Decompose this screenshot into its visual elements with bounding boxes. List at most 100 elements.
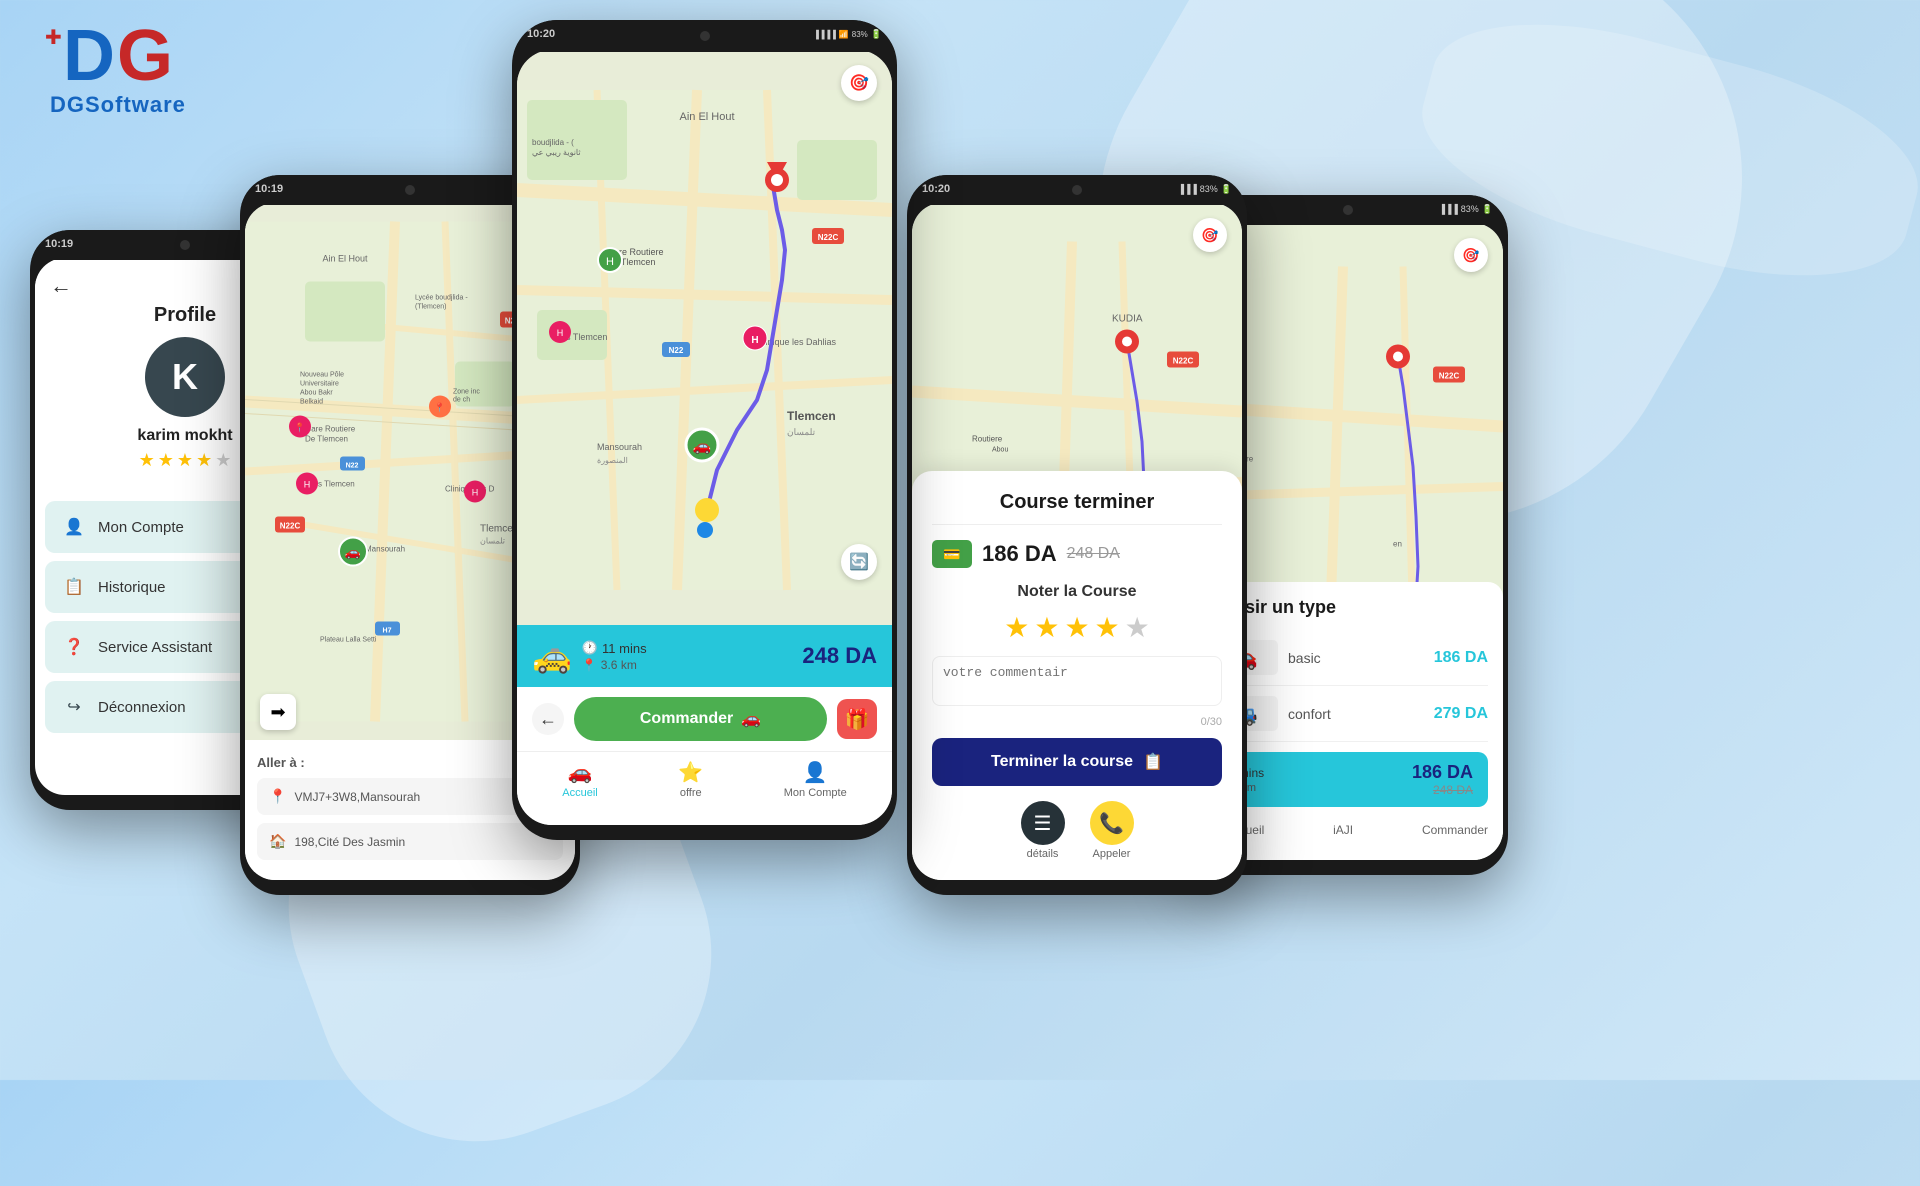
svg-text:H: H — [472, 488, 479, 498]
location-icon-2: 🏠 — [269, 833, 286, 850]
option-basic[interactable]: 🚗 basic 186 DA — [1208, 630, 1488, 686]
star-5[interactable]: ★ — [1125, 611, 1150, 644]
svg-text:(Tlemcen): (Tlemcen) — [415, 304, 447, 311]
details-label: détails — [1027, 848, 1059, 860]
star-2[interactable]: ★ — [1034, 611, 1059, 644]
svg-text:H: H — [606, 256, 614, 268]
phone4-time: 10:20 — [922, 183, 950, 195]
course-terminer-card: Course terminer 💳 186 DA 248 DA Noter la… — [912, 471, 1242, 880]
ct-price-row: 💳 186 DA 248 DA — [932, 540, 1222, 568]
svg-text:H: H — [304, 480, 311, 490]
payment-card-icon: 💳 — [932, 540, 972, 568]
nav-accueil[interactable]: 🚗 Accueil — [562, 760, 597, 799]
historique-icon: 📋 — [60, 573, 88, 601]
phone5-location-btn[interactable]: 🎯 — [1454, 238, 1488, 272]
commander-label: Commander — [640, 710, 733, 728]
star-4[interactable]: ★ — [1095, 611, 1120, 644]
deconnexion-icon: ↪ — [60, 693, 88, 721]
direction-btn[interactable]: ➡ — [260, 694, 296, 730]
svg-text:📍: 📍 — [294, 422, 305, 433]
appeler-btn[interactable]: 📞 Appeler — [1090, 801, 1134, 860]
option-confort[interactable]: 🚙 confort 279 DA — [1208, 686, 1488, 742]
star-3[interactable]: ★ — [1064, 611, 1089, 644]
choisir-trip-summary: 11 mins 3.6 km 186 DA 248 DA — [1208, 752, 1488, 807]
trip-details: 🕐 11 mins 📍 3.6 km — [582, 640, 793, 672]
svg-text:Universitaire: Universitaire — [300, 381, 339, 388]
nav-label-phone5: iAJI — [1274, 823, 1412, 837]
trip-car-icon: 🚕 — [532, 637, 572, 675]
svg-text:Ain El Hout: Ain El Hout — [322, 254, 368, 264]
offre-icon: ⭐ — [678, 760, 703, 785]
svg-text:H7: H7 — [383, 628, 392, 635]
svg-text:N22C: N22C — [818, 233, 839, 242]
refresh-btn[interactable]: 🔄 — [841, 544, 877, 580]
gift-button[interactable]: 🎁 — [837, 699, 877, 739]
svg-text:Nouveau Pôle: Nouveau Pôle — [300, 372, 344, 379]
nav-compte[interactable]: 👤 Mon Compte — [784, 760, 847, 799]
noter-title: Noter la Course — [932, 583, 1222, 601]
location-icon-1: 📍 — [269, 788, 286, 805]
ct-price-main: 186 DA — [982, 541, 1057, 567]
destination-2-input[interactable]: 🏠 198,Cité Des Jasmin — [257, 823, 563, 860]
commander-row: ← Commander 🚗 🎁 — [517, 687, 892, 751]
svg-text:Lycée boudjlida -: Lycée boudjlida - — [415, 295, 468, 302]
svg-text:Gare Routiere: Gare Routiere — [305, 425, 356, 434]
phone1-time: 10:19 — [45, 238, 73, 250]
svg-text:🚗: 🚗 — [693, 438, 712, 455]
service-icon: ❓ — [60, 633, 88, 661]
terminer-btn[interactable]: Terminer la course 📋 — [932, 738, 1222, 786]
clock-icon: 🕐 — [582, 640, 598, 656]
compte-icon: 👤 — [60, 513, 88, 541]
svg-text:Routiere: Routiere — [972, 435, 1003, 444]
star-1[interactable]: ★ — [1004, 611, 1029, 644]
phone2-time: 10:19 — [255, 183, 283, 195]
profile-avatar: K — [145, 337, 225, 417]
svg-text:Zone inc: Zone inc — [453, 389, 480, 396]
nav-offre[interactable]: ⭐ offre — [678, 760, 703, 799]
svg-text:ثانوية ريبي عي: ثانوية ريبي عي — [532, 148, 581, 157]
details-icon: ☰ — [1021, 801, 1065, 845]
destination-2-text: 198,Cité Des Jasmin — [294, 835, 405, 849]
service-label: Service Assistant — [98, 639, 212, 656]
back-button-main[interactable]: ← — [532, 703, 564, 735]
appeler-label: Appeler — [1093, 848, 1131, 860]
accueil-icon: 🚗 — [568, 760, 593, 785]
phone4-battery: 83% — [1200, 184, 1218, 194]
commander-button[interactable]: Commander 🚗 — [574, 697, 827, 741]
basic-label: basic — [1288, 650, 1424, 666]
svg-text:N22: N22 — [346, 463, 359, 470]
svg-text:Clinique les Dahlias: Clinique les Dahlias — [757, 337, 837, 347]
details-btn[interactable]: ☰ détails — [1021, 801, 1065, 860]
phone3-time: 10:20 — [527, 28, 555, 40]
car-icon: 🚗 — [741, 709, 761, 729]
svg-text:en: en — [1393, 540, 1402, 549]
svg-text:De Tlemcen: De Tlemcen — [305, 435, 348, 444]
ct-bottom-icons: ☰ détails 📞 Appeler — [932, 801, 1222, 860]
trip-info-bar: 🚕 🕐 11 mins 📍 3.6 km 248 DA — [517, 625, 892, 687]
historique-label: Historique — [98, 579, 166, 596]
svg-text:boudjlida - (: boudjlida - ( — [532, 138, 574, 147]
nav-commander-phone5: Commander — [1422, 823, 1488, 837]
compte-nav-icon: 👤 — [803, 760, 828, 785]
svg-text:de ch: de ch — [453, 397, 470, 404]
location-btn[interactable]: 🎯 — [841, 65, 877, 101]
distance-icon: 📍 — [582, 658, 597, 672]
phone5-battery: 83% — [1461, 204, 1479, 214]
trip-distance: 📍 3.6 km — [582, 658, 793, 672]
clipboard-icon: 📋 — [1143, 752, 1163, 772]
phone4-location-btn[interactable]: 🎯 — [1193, 218, 1227, 252]
trip-time: 🕐 11 mins — [582, 640, 793, 656]
terminer-label: Terminer la course — [991, 753, 1133, 771]
svg-text:Plateau Lalla Setti: Plateau Lalla Setti — [320, 637, 377, 644]
char-count: 0/30 — [932, 716, 1222, 728]
svg-text:N22C: N22C — [280, 522, 301, 531]
phones-container: 10:19 ▐▐▐ 🔋 ← Profile K karim mokht ★ ★ … — [0, 0, 1920, 1080]
comment-input[interactable] — [932, 656, 1222, 706]
svg-text:تلمسان: تلمسان — [480, 537, 505, 546]
phone-icon: 📞 — [1090, 801, 1134, 845]
bottom-nav: 🚗 Accueil ⭐ offre 👤 Mon Compte — [517, 751, 892, 807]
back-button[interactable]: ← — [50, 273, 72, 299]
svg-text:🚗: 🚗 — [345, 545, 361, 560]
svg-text:N22C: N22C — [1173, 357, 1194, 366]
basic-price: 186 DA — [1434, 649, 1488, 667]
